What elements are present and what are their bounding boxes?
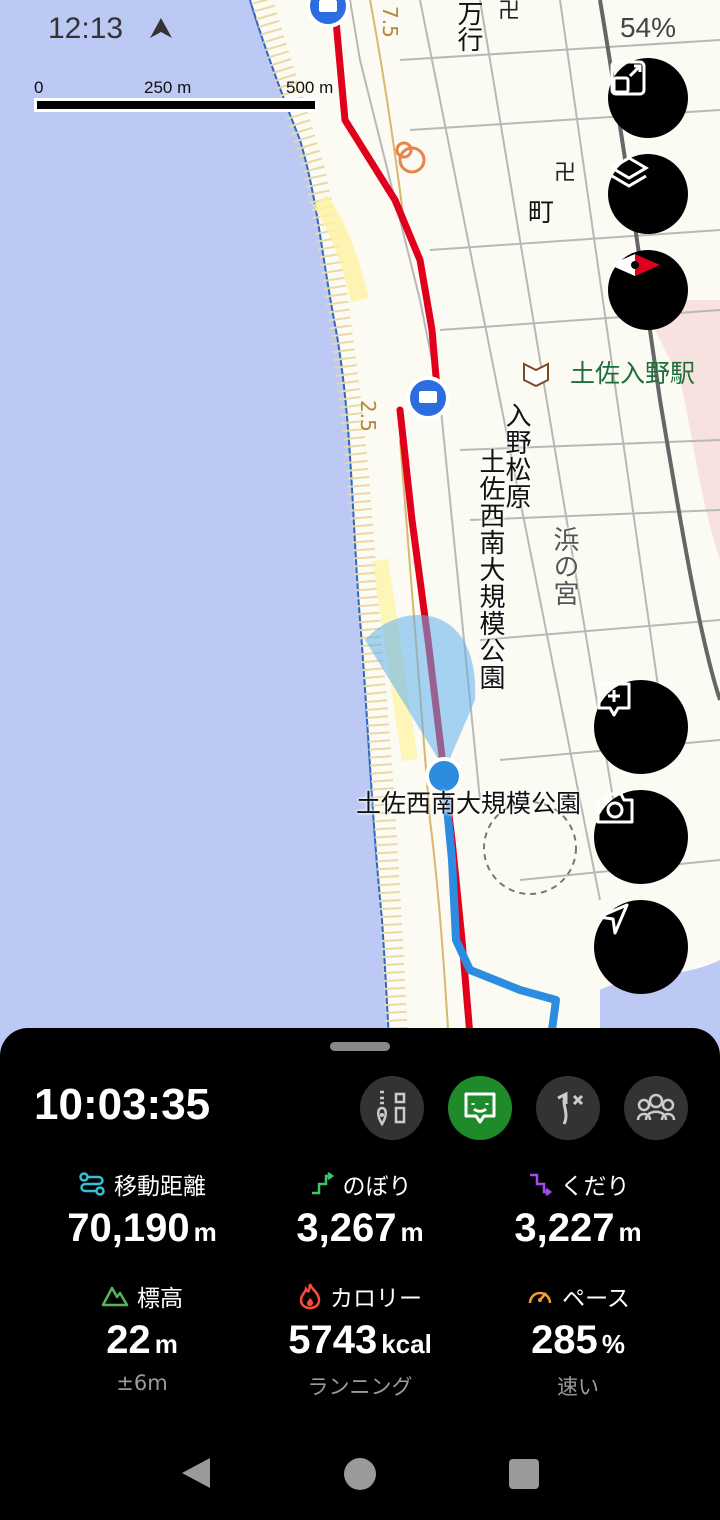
descent-unit: m bbox=[618, 1217, 642, 1247]
battery-level: 54% bbox=[619, 12, 676, 43]
scale-bar bbox=[34, 98, 318, 112]
elevation-label: 標高 bbox=[137, 1286, 183, 1312]
scale-labels: 0 250 m 500 m bbox=[34, 78, 344, 100]
flame-icon bbox=[299, 1283, 321, 1310]
mountain-icon bbox=[101, 1286, 129, 1307]
group-people-icon bbox=[636, 1093, 676, 1121]
add-memo-button[interactable] bbox=[594, 680, 688, 774]
back-icon[interactable] bbox=[180, 1456, 212, 1490]
temple-icon: 卍 bbox=[498, 0, 520, 24]
app-screen: 卍 卍 12:13 54% 0 250 m 500 m 万行 7.5 2.5 町… bbox=[0, 0, 720, 1520]
compass-icon bbox=[610, 254, 660, 276]
add-note-icon bbox=[597, 682, 631, 717]
home-icon[interactable] bbox=[342, 1456, 378, 1492]
park-label-vertical: 土佐西南大規模公園 bbox=[475, 448, 505, 691]
fit-bounds-icon bbox=[610, 60, 646, 96]
scale-label-end: 500 m bbox=[286, 78, 334, 97]
distance-label: 移動距離 bbox=[114, 1174, 206, 1200]
system-nav-bar bbox=[0, 1420, 720, 1520]
distance-value: 70,190 bbox=[67, 1206, 190, 1250]
contour-label-25: 2.5 bbox=[356, 400, 380, 432]
pace-label: ペース bbox=[562, 1286, 630, 1312]
distance-stat: 移動距離 70,190 m bbox=[22, 1168, 262, 1251]
map-view[interactable]: 卍 卍 12:13 54% 0 250 m 500 m 万行 7.5 2.5 町… bbox=[0, 0, 720, 1060]
off-route-button[interactable] bbox=[536, 1076, 600, 1140]
memo-toggle-button[interactable] bbox=[448, 1076, 512, 1140]
fit-route-button[interactable] bbox=[608, 58, 688, 138]
elevation-stat: 標高 22 m ±6m bbox=[22, 1280, 262, 1395]
layers-icon bbox=[609, 156, 649, 188]
scale-label-mid: 250 m bbox=[144, 78, 192, 97]
descent-value: 3,227 bbox=[514, 1206, 615, 1250]
group-button[interactable] bbox=[624, 1076, 688, 1140]
compass-button[interactable] bbox=[608, 250, 688, 330]
ascent-stat: のぼり 3,267 m bbox=[240, 1168, 480, 1251]
pace-value: 285 bbox=[531, 1318, 598, 1362]
navigation-status-icon bbox=[150, 18, 172, 38]
calorie-value: 5743 bbox=[288, 1318, 378, 1362]
elapsed-time: 10:03:35 bbox=[34, 1080, 211, 1129]
panel-drag-handle[interactable] bbox=[330, 1042, 390, 1051]
hamanomiya-label: 浜の宮 bbox=[549, 526, 579, 607]
speedometer-icon bbox=[528, 1291, 552, 1304]
ascent-value: 3,267 bbox=[296, 1206, 397, 1250]
distance-unit: m bbox=[193, 1217, 217, 1247]
station-label: 土佐入野駅 bbox=[570, 359, 696, 388]
chat-memo-icon bbox=[464, 1092, 496, 1124]
camera-button[interactable] bbox=[594, 790, 688, 884]
status-time: 12:13 bbox=[48, 12, 124, 45]
waypoint-marker-mid[interactable] bbox=[406, 376, 450, 420]
calorie-stat: カロリー 5743 kcal ランニング bbox=[240, 1280, 480, 1401]
descent-stat: くだり 3,227 m bbox=[458, 1168, 698, 1251]
route-points-button[interactable] bbox=[360, 1076, 424, 1140]
temple-icon-2: 卍 bbox=[554, 161, 576, 186]
locate-me-button[interactable] bbox=[594, 900, 688, 994]
waypoint-marker-top[interactable] bbox=[306, 0, 350, 28]
descent-label: くだり bbox=[560, 1174, 630, 1200]
pace-stat: ペース 285% 速い bbox=[458, 1280, 698, 1401]
camera-icon bbox=[596, 792, 634, 824]
sea-area bbox=[0, 0, 390, 1060]
library-icon bbox=[523, 362, 549, 388]
area-label-top: 万行 bbox=[453, 0, 483, 52]
elevation-unit: m bbox=[154, 1329, 178, 1359]
activity-type: ランニング bbox=[307, 1375, 413, 1399]
ascent-icon bbox=[311, 1172, 334, 1195]
park-label-horizontal: 土佐西南大規模公園 bbox=[356, 789, 582, 818]
pace-status: 速い bbox=[557, 1375, 599, 1399]
recents-icon[interactable] bbox=[508, 1458, 540, 1490]
pace-unit: % bbox=[601, 1329, 625, 1359]
layers-button[interactable] bbox=[608, 154, 688, 234]
calorie-unit: kcal bbox=[381, 1329, 432, 1359]
route-pins-icon bbox=[377, 1090, 406, 1127]
ascent-label: のぼり bbox=[342, 1174, 412, 1200]
navigation-arrow-icon bbox=[597, 903, 629, 935]
contour-label-75: 7.5 bbox=[378, 6, 402, 38]
elevation-accuracy: ±6m bbox=[116, 1371, 168, 1395]
distance-icon bbox=[79, 1172, 105, 1196]
calorie-label: カロリー bbox=[330, 1286, 422, 1312]
route-deviation-icon bbox=[557, 1091, 584, 1125]
scale-label-zero: 0 bbox=[34, 78, 44, 97]
ascent-unit: m bbox=[400, 1217, 424, 1247]
descent-icon bbox=[529, 1173, 552, 1196]
town-label: 町 bbox=[528, 198, 555, 228]
elevation-value: 22 bbox=[106, 1318, 151, 1362]
